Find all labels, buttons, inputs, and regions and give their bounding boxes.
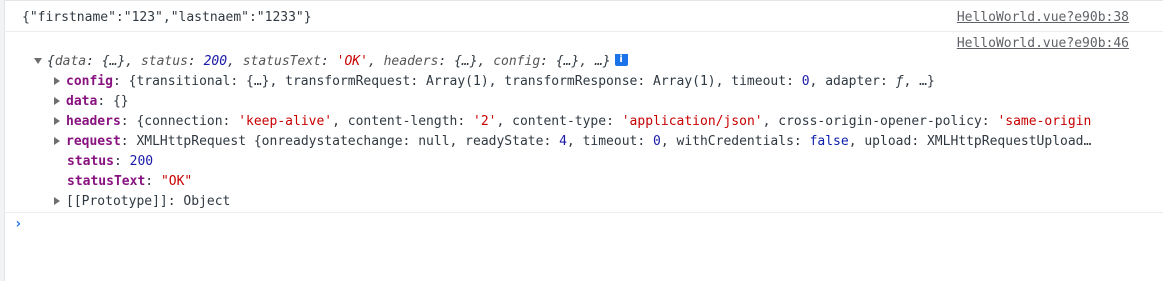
expand-triangle-right-icon[interactable] (54, 196, 60, 205)
property-row-headers[interactable]: headers: {connection: 'keep-alive', cont… (54, 114, 1091, 130)
property-value-part: , withCredentials: (660, 134, 810, 149)
property-value-part: , content-type: (496, 114, 622, 129)
property-value-part: {transitional: {…}, transformRequest: Ar… (128, 74, 802, 89)
brace-open: { (47, 54, 55, 69)
summary-config-value: {…} (555, 54, 580, 69)
property-value-number: 200 (129, 154, 154, 169)
property-value: {} (112, 94, 129, 109)
property-row-request[interactable]: request: XMLHttpRequest {onreadystatecha… (54, 134, 1091, 150)
summary-statustext-value: 'OK' (336, 54, 368, 69)
property-value-boolean: false (809, 134, 849, 149)
property-value-part: , …} (903, 74, 935, 89)
property-value-part: , cross-origin-opener-policy: (762, 114, 998, 129)
property-value-part: {connection: (136, 114, 239, 129)
log-text: {"firstname":"123","lastnaem":"1233"} (22, 10, 312, 25)
property-row-statustext: statusText: "OK" (67, 174, 193, 189)
summary-data-key: data (54, 54, 87, 69)
console-message-2: HelloWorld.vue?e90b:46 {data: {…}, statu… (4, 32, 1163, 213)
property-key: status (67, 154, 114, 169)
property-value-part: XMLHttpRequest {onreadystatechange: null… (136, 134, 560, 149)
property-key: [[Prototype]] (66, 194, 168, 209)
property-row-prototype[interactable]: [[Prototype]]: Object (54, 194, 230, 210)
property-value-string: 'keep-alive' (238, 114, 333, 129)
expand-triangle-right-icon[interactable] (54, 76, 60, 85)
summary-status-key: status (140, 54, 188, 69)
property-key: statusText (67, 174, 146, 189)
summary-config-key: config (493, 54, 541, 69)
property-value-number: 0 (653, 134, 661, 149)
expand-triangle-right-icon[interactable] (54, 96, 60, 105)
info-icon[interactable]: i (614, 54, 628, 66)
property-row-status: status: 200 (67, 154, 154, 169)
summary-data-value: {…} (101, 54, 126, 69)
console-prompt-chevron-icon[interactable]: › (14, 216, 22, 232)
property-value-string: "OK" (160, 174, 193, 189)
property-row-config[interactable]: config: {transitional: {…}, transformReq… (54, 74, 935, 90)
property-value-string: '2' (473, 114, 497, 129)
property-key: data (66, 94, 98, 109)
summary-ellipsis: …} (594, 54, 611, 69)
object-summary[interactable]: {data: {…}, status: 200, statusText: 'OK… (34, 54, 628, 70)
expand-triangle-right-icon[interactable] (54, 116, 60, 125)
summary-statustext-key: statusText (242, 54, 321, 69)
property-value-number: 4 (559, 134, 567, 149)
property-row-data[interactable]: data: {} (54, 94, 129, 110)
property-key: config (66, 74, 113, 89)
expand-triangle-right-icon[interactable] (54, 136, 60, 145)
expand-triangle-down-icon[interactable] (34, 57, 42, 64)
summary-headers-key: headers (383, 54, 439, 69)
property-key: headers (66, 114, 121, 129)
property-value-string: 'application/json' (621, 114, 763, 129)
console-message-1: {"firstname":"123","lastnaem":"1233"} He… (4, 1, 1163, 32)
property-value: Object (183, 194, 231, 209)
property-value-number: 0 (801, 74, 810, 89)
source-link[interactable]: HelloWorld.vue?e90b:38 (957, 10, 1129, 26)
property-value-string: 'same-origin (997, 114, 1092, 129)
property-value-part: , upload: XMLHttpRequestUpload… (848, 134, 1092, 149)
property-value-part: , adapter: (809, 74, 896, 89)
summary-status-value: 200 (203, 54, 228, 69)
summary-headers-value: {…} (454, 54, 478, 69)
property-key: request (66, 134, 121, 149)
property-value-part: , timeout: (566, 134, 654, 149)
source-link[interactable]: HelloWorld.vue?e90b:46 (957, 36, 1129, 52)
property-value-part: , content-length: (332, 114, 474, 129)
